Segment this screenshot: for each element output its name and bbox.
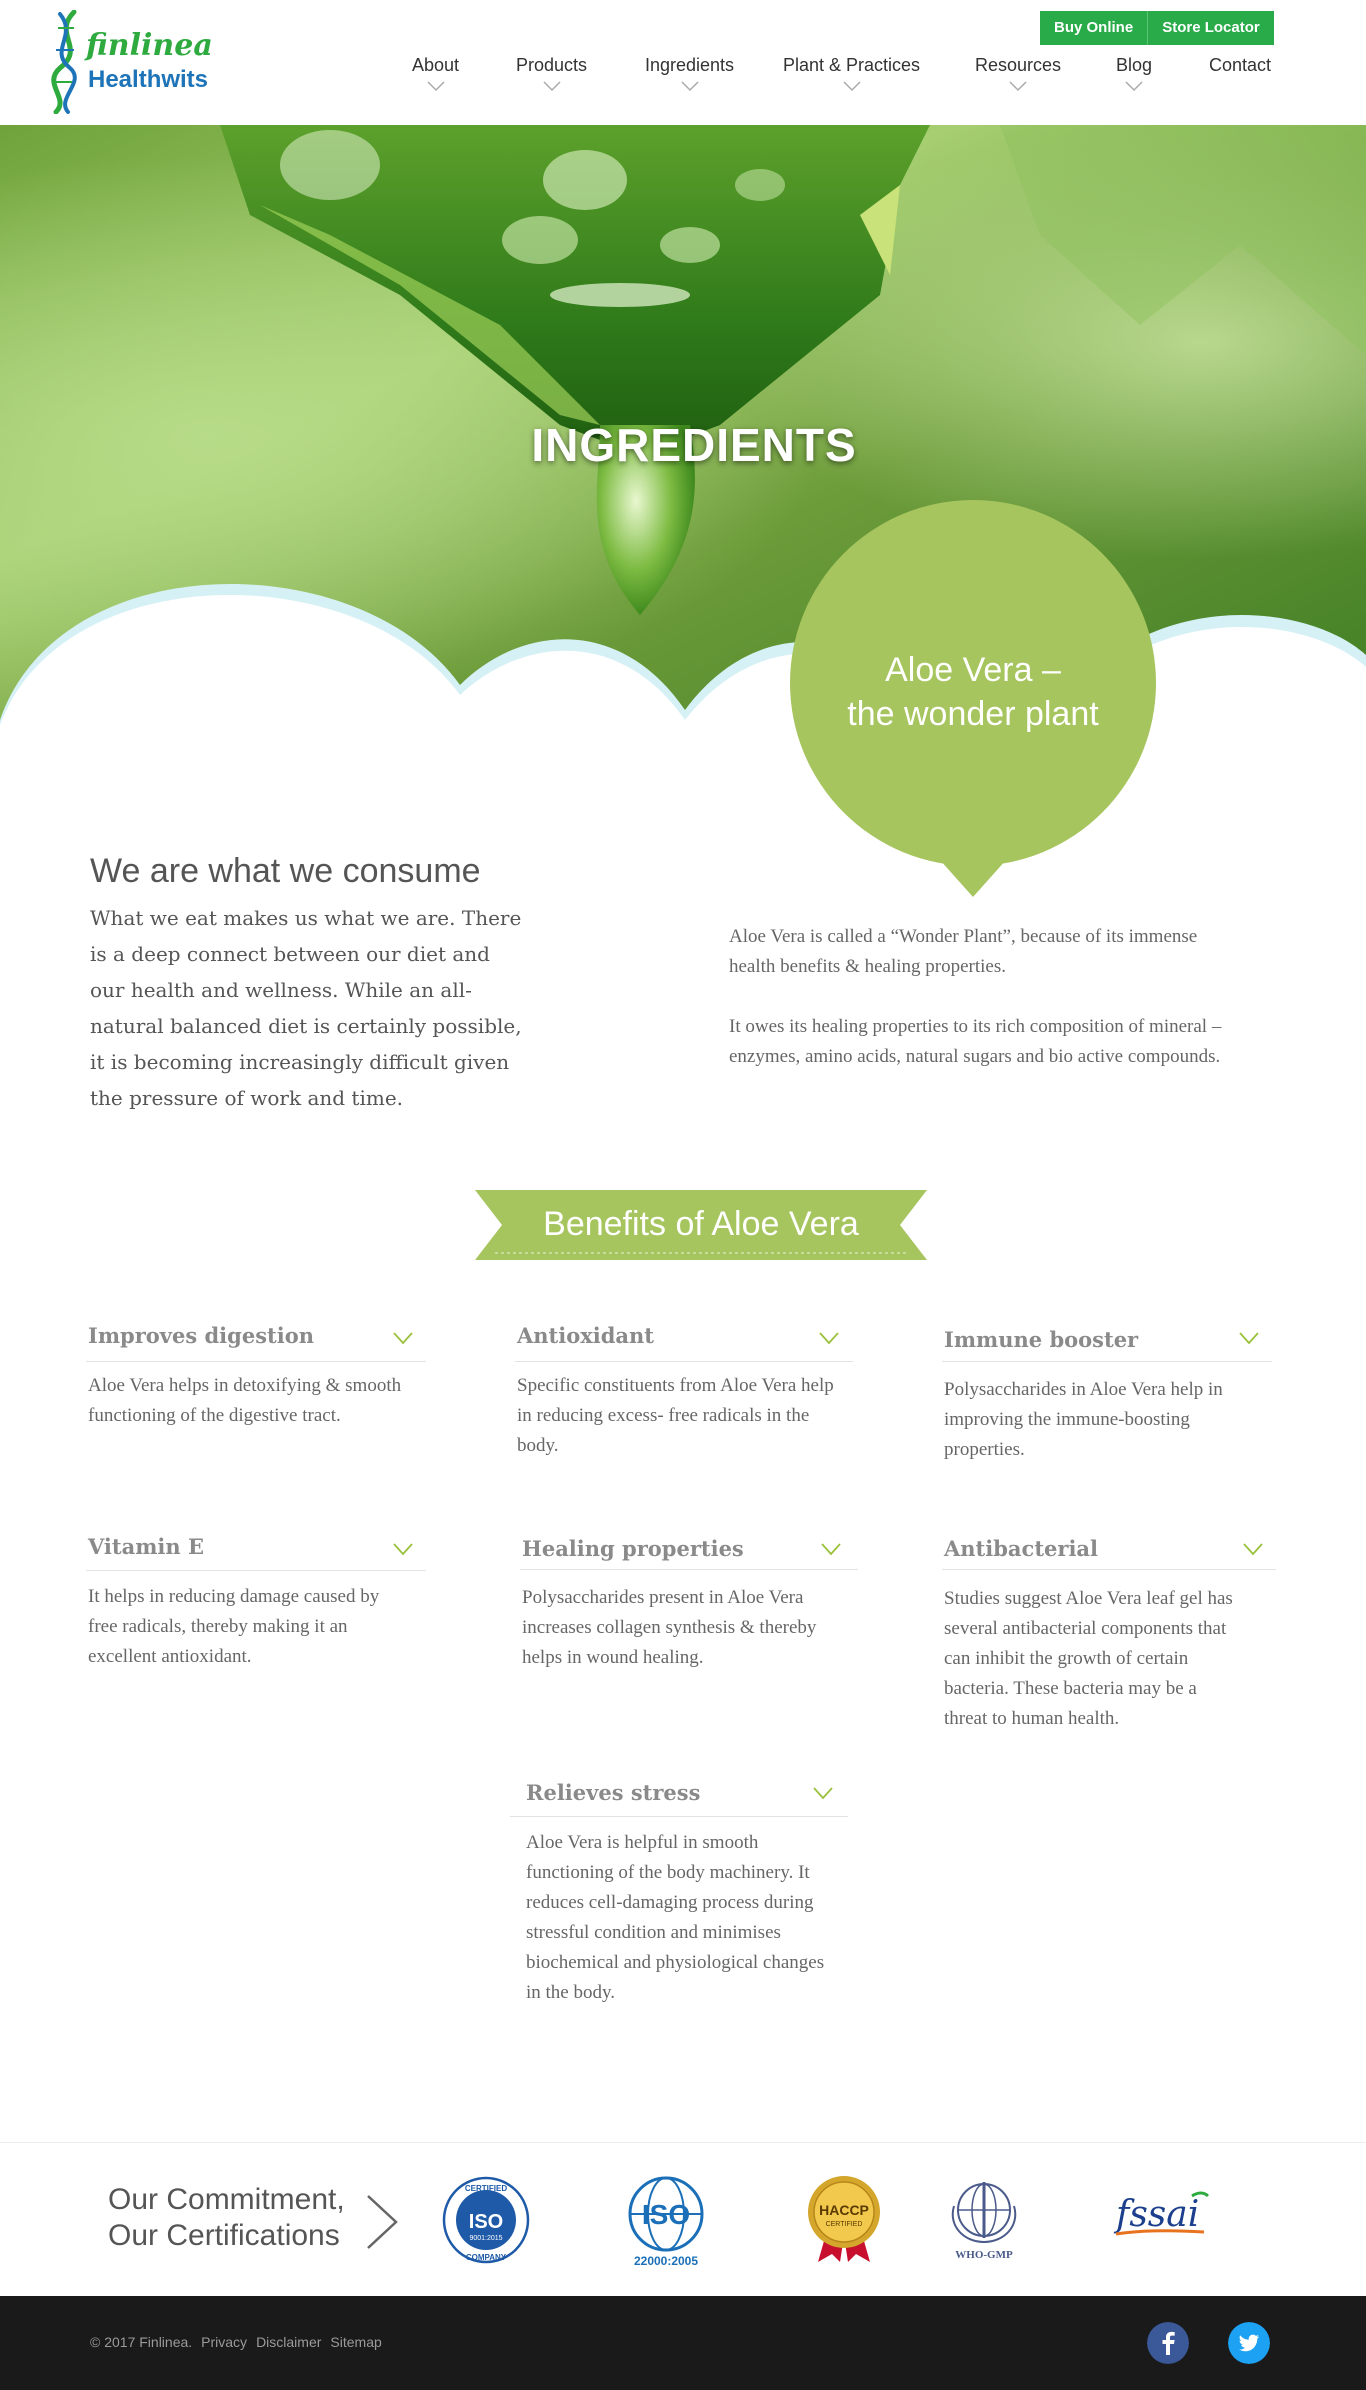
- logo-wordmark: finlinea: [86, 28, 213, 63]
- iso1-bottom-text: COMPANY: [466, 2253, 507, 2262]
- nav-resources-label: Resources: [975, 55, 1062, 75]
- nav-plant-practices[interactable]: Plant & Practices: [783, 55, 920, 92]
- fssai-text: fssai: [1113, 2194, 1199, 2235]
- chevron-down-icon: [1125, 81, 1143, 92]
- benefit-title-vitamin-e[interactable]: Vitamin E: [88, 1534, 204, 1559]
- store-locator-button[interactable]: Store Locator: [1148, 11, 1274, 45]
- benefit-text-antibacterial: Studies suggest Aloe Vera leaf gel has s…: [944, 1588, 1233, 1729]
- divider: [942, 1361, 1272, 1362]
- nav-contact-label: Contact: [1209, 55, 1272, 75]
- chevron-down-icon: [542, 81, 561, 92]
- fssai-logo: fssai: [1113, 2191, 1210, 2236]
- copyright-text: © 2017 Finlinea.: [90, 2334, 193, 2350]
- footer-links: © 2017 Finlinea. Privacy Disclaimer Site…: [90, 2334, 382, 2350]
- chevron-down-icon: [681, 81, 699, 92]
- iso2-num-text: 22000:2005: [634, 2254, 698, 2268]
- iso-22000-badge: ISO 22000:2005: [628, 2176, 704, 2268]
- iso-9001-badge: CERTIFIED ISO 9001:2015 COMPANY: [442, 2176, 530, 2264]
- bubble-heading: Aloe Vera – the wonder plant: [800, 648, 1146, 736]
- nav-ingredients-label: Ingredients: [645, 55, 735, 75]
- sitemap-link[interactable]: Sitemap: [330, 2334, 381, 2350]
- divider: [86, 1570, 426, 1571]
- nav-products[interactable]: Products: [516, 55, 587, 92]
- who-text: WHO-GMP: [955, 2249, 1013, 2261]
- intro-text: What we eat makes us what we are. There …: [90, 906, 522, 1110]
- benefit-text-vitamin-e: It helps in reducing damage caused by fr…: [88, 1586, 380, 1667]
- benefit-text-antioxidant: Specific constituents from Aloe Vera hel…: [517, 1375, 834, 1456]
- facebook-icon[interactable]: [1147, 2322, 1189, 2364]
- disclaimer-link[interactable]: Disclaimer: [256, 2334, 321, 2350]
- bubble-line-1: Aloe Vera –: [885, 651, 1061, 689]
- benefit-title-antioxidant[interactable]: Antioxidant: [517, 1323, 654, 1348]
- divider: [510, 1816, 848, 1817]
- nav-resources[interactable]: Resources: [975, 55, 1061, 92]
- benefit-text-stress: Aloe Vera is helpful in smooth functioni…: [526, 1832, 825, 2003]
- certifications-title: Our Commitment, Our Certifications: [108, 2182, 345, 2254]
- bubble-line-2: the wonder plant: [847, 695, 1099, 733]
- cert-title-line-2: Our Certifications: [108, 2219, 340, 2252]
- cert-title-line-1: Our Commitment,: [108, 2183, 345, 2216]
- chevron-down-icon[interactable]: [820, 1542, 842, 1556]
- chevron-down-icon[interactable]: [818, 1331, 840, 1345]
- benefit-text-immune: Polysaccharides in Aloe Vera help in imp…: [944, 1379, 1223, 1460]
- nav-about-label: About: [412, 55, 460, 75]
- haccp-badge: HACCP CERTIFIED: [808, 2176, 880, 2262]
- chevron-down-icon[interactable]: [392, 1542, 414, 1556]
- benefit-text-healing: Polysaccharides present in Aloe Vera inc…: [522, 1587, 817, 1668]
- chevron-down-icon[interactable]: [812, 1786, 834, 1800]
- intro-title: We are what we consume: [90, 852, 481, 890]
- nav-blog[interactable]: Blog: [1116, 55, 1152, 92]
- divider: [942, 1569, 1276, 1570]
- iso1-mid-text: ISO: [469, 2211, 503, 2233]
- who-gmp-badge: WHO-GMP: [951, 2182, 1017, 2261]
- divider: [86, 1361, 426, 1362]
- buy-online-button[interactable]: Buy Online: [1040, 11, 1149, 45]
- benefit-title-healing[interactable]: Healing properties: [522, 1536, 744, 1561]
- chevron-down-icon[interactable]: [1238, 1331, 1260, 1345]
- privacy-link[interactable]: Privacy: [201, 2334, 247, 2350]
- nav-blog-label: Blog: [1116, 55, 1153, 75]
- top-buttons: Buy Online Store Locator: [1040, 11, 1274, 45]
- iso1-top-text: CERTIFIED: [465, 2184, 507, 2193]
- iso2-mid-text: ISO: [642, 2199, 690, 2230]
- benefit-title-immune[interactable]: Immune booster: [944, 1327, 1138, 1352]
- benefit-text-digestion: Aloe Vera helps in detoxifying & smooth …: [88, 1375, 402, 1426]
- benefit-title-stress[interactable]: Relieves stress: [526, 1780, 700, 1805]
- aloe-paragraph-1: Aloe Vera is called a “Wonder Plant”, be…: [729, 926, 1198, 977]
- hero-title: INGREDIENTS: [531, 419, 857, 471]
- chevron-down-icon: [1009, 81, 1027, 92]
- benefit-title-digestion[interactable]: Improves digestion: [88, 1323, 314, 1348]
- haccp-text: HACCP: [819, 2202, 869, 2218]
- divider: [520, 1569, 858, 1570]
- chevron-down-icon[interactable]: [392, 1331, 414, 1345]
- chevron-right-icon: [367, 2195, 398, 2249]
- nav-products-label: Products: [516, 55, 588, 75]
- nav-ingredients[interactable]: Ingredients: [645, 55, 734, 92]
- iso1-num-text: 9001:2015: [469, 2235, 502, 2242]
- nav-about[interactable]: About: [412, 55, 459, 92]
- chevron-down-icon: [426, 81, 445, 92]
- chevron-down-icon[interactable]: [1242, 1542, 1264, 1556]
- benefit-title-antibacterial[interactable]: Antibacterial: [944, 1536, 1098, 1561]
- chevron-down-icon: [843, 81, 861, 92]
- logo-subtitle: Healthwits: [88, 66, 209, 93]
- haccp-sub-text: CERTIFIED: [826, 2221, 863, 2228]
- aloe-paragraph-2: It owes its healing properties to its ri…: [729, 1016, 1222, 1067]
- twitter-icon[interactable]: [1228, 2322, 1270, 2364]
- benefits-heading: Benefits of Aloe Vera: [543, 1205, 859, 1243]
- nav-plant-practices-label: Plant & Practices: [783, 55, 921, 75]
- nav-contact[interactable]: Contact: [1209, 55, 1271, 76]
- divider: [515, 1361, 853, 1362]
